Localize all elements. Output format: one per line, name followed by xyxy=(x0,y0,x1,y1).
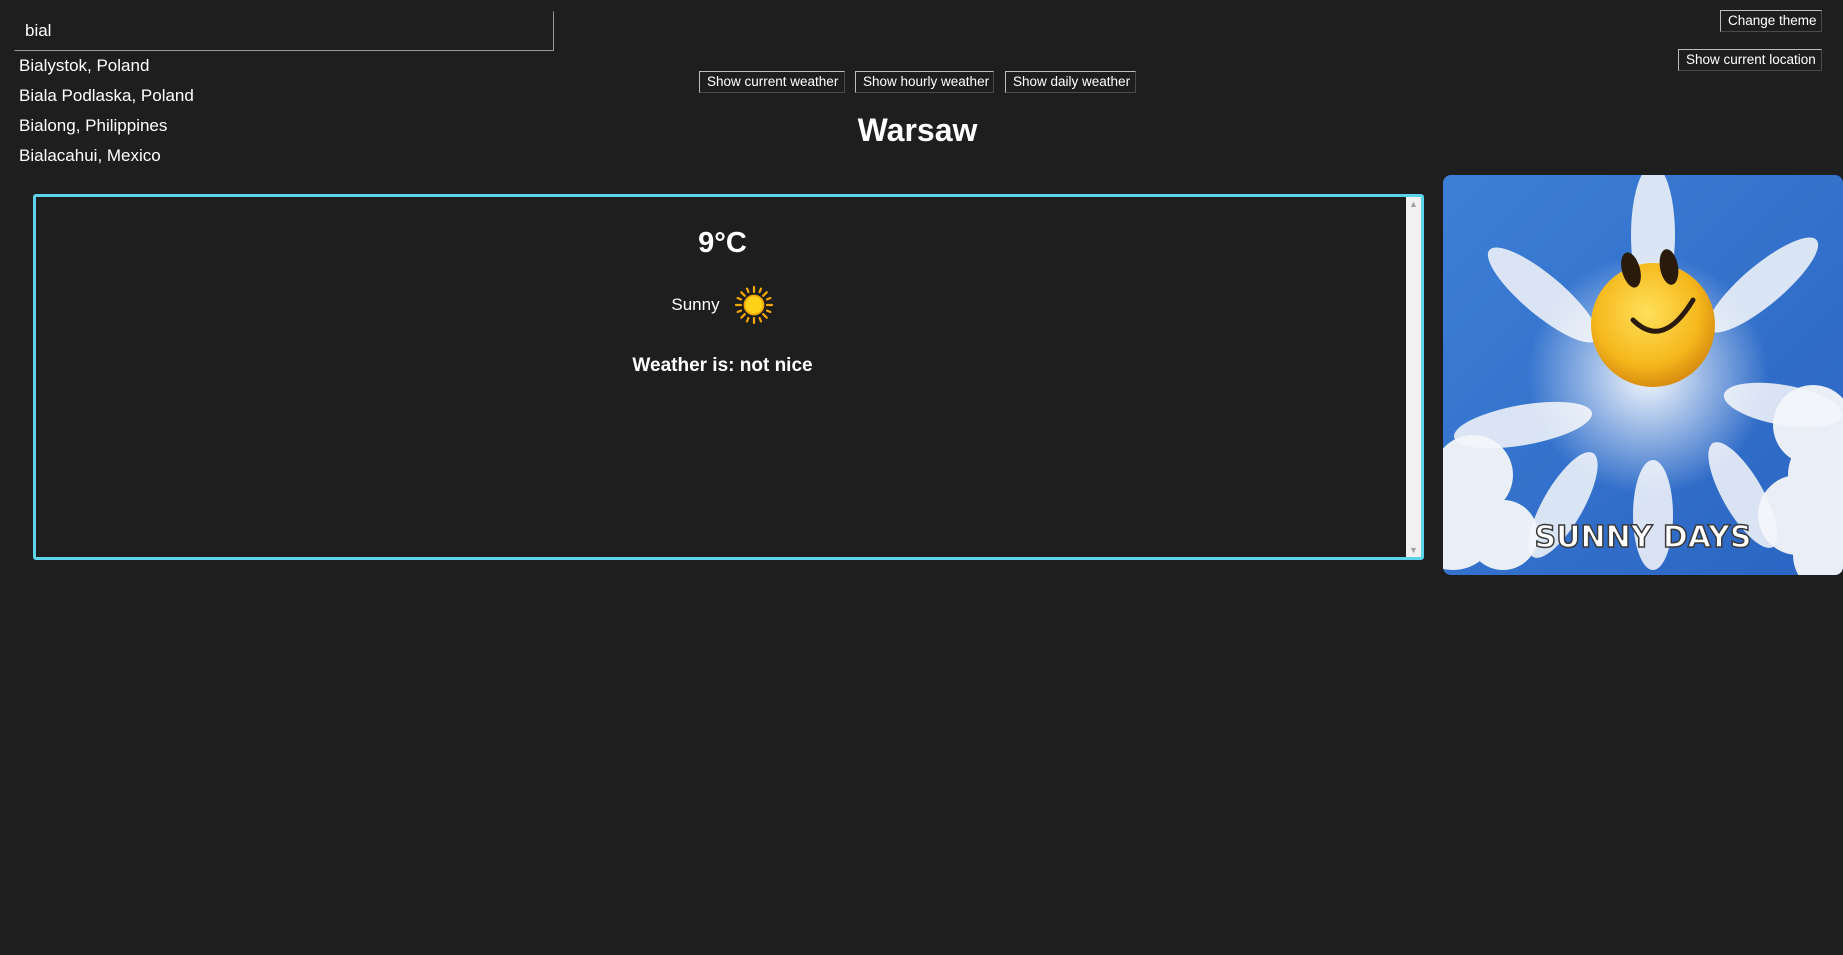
sunny-days-illustration: SUNNY DAYS xyxy=(1443,175,1843,575)
panel-scrollbar[interactable]: ▲ ▼ xyxy=(1406,197,1421,557)
current-weather-panel[interactable]: 9°C Sunny Weather is: not nice ▲ ▼ xyxy=(33,194,1424,560)
show-current-weather-button[interactable]: Show current weather xyxy=(699,71,845,93)
show-hourly-weather-button[interactable]: Show hourly weather xyxy=(855,71,994,93)
condition-row: Sunny xyxy=(36,285,1409,325)
sun-icon xyxy=(734,285,773,325)
scroll-up-arrow-icon[interactable]: ▲ xyxy=(1406,197,1421,211)
temperature-value: 9°C xyxy=(698,227,747,259)
scroll-down-arrow-icon[interactable]: ▼ xyxy=(1406,543,1421,557)
weather-verdict: Weather is: not nice xyxy=(632,355,813,376)
city-search-input[interactable] xyxy=(14,11,554,51)
weather-app: Bialystok, Poland Biala Podlaska, Poland… xyxy=(0,0,1843,955)
sunny-days-image: SUNNY DAYS xyxy=(1443,175,1843,575)
show-current-location-button[interactable]: Show current location xyxy=(1678,49,1822,71)
image-caption: SUNNY DAYS xyxy=(1535,520,1752,555)
city-title: Warsaw xyxy=(857,112,978,148)
change-theme-button[interactable]: Change theme xyxy=(1720,10,1822,32)
suggestion-item[interactable]: Bialacahui, Mexico xyxy=(19,146,194,176)
condition-label: Sunny xyxy=(671,295,720,314)
show-daily-weather-button[interactable]: Show daily weather xyxy=(1005,71,1136,93)
suggestion-item[interactable]: Bialystok, Poland xyxy=(19,56,194,86)
